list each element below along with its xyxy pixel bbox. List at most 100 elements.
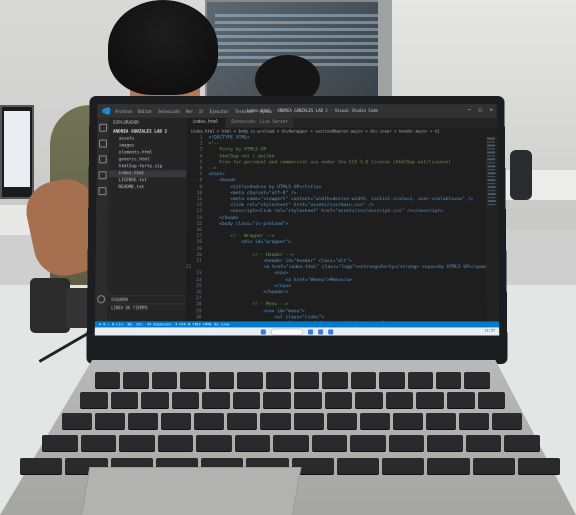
key[interactable] [425,413,456,429]
breadcrumb[interactable]: index.html > html > body.is-preload > di… [187,128,497,136]
key[interactable] [336,458,379,474]
timeline-section[interactable]: LÍNEA DE TIEMPO [107,303,186,312]
tab-index-html[interactable]: index.html [186,117,226,128]
key[interactable] [324,392,353,408]
vscode-taskbar-icon[interactable] [328,328,334,334]
key[interactable] [119,435,155,451]
key[interactable] [80,435,117,451]
menu-item[interactable]: Ejecutar [210,109,229,114]
key[interactable] [171,392,200,408]
key[interactable] [477,392,506,408]
key[interactable] [151,372,178,388]
key[interactable] [141,392,169,408]
key[interactable] [504,435,540,451]
key[interactable] [294,392,322,408]
explorer-item[interactable]: assets [109,136,187,143]
maximize-icon[interactable]: □ [479,107,482,113]
key[interactable] [62,413,93,429]
key[interactable] [472,458,515,474]
key[interactable] [263,392,292,408]
key[interactable] [293,413,324,429]
menu-item[interactable]: Ver [186,109,193,114]
key[interactable] [385,392,414,408]
key[interactable] [20,458,63,474]
key[interactable] [492,413,523,429]
menu-item[interactable]: Archivo [115,109,132,114]
menu-item[interactable]: Selección [158,109,180,114]
key[interactable] [427,435,463,451]
key[interactable] [42,435,78,451]
explorer-item-selected[interactable]: index.html [108,170,187,178]
key[interactable] [234,435,271,451]
key[interactable] [232,392,261,408]
key[interactable] [326,413,357,429]
key[interactable] [95,413,126,429]
key[interactable] [446,392,475,408]
explorer-item[interactable]: elements.html [109,149,187,156]
close-icon[interactable]: ✕ [490,107,493,113]
code-line[interactable]: 5 Free for personal and commercial use u… [186,160,485,166]
key[interactable] [359,413,390,429]
key[interactable] [273,435,309,451]
key[interactable] [260,413,291,429]
taskbar-search[interactable] [270,327,304,336]
run-debug-icon[interactable] [98,171,107,180]
key[interactable] [161,413,192,429]
touchpad[interactable] [80,467,302,515]
key[interactable] [208,372,235,388]
source-control-icon[interactable] [98,155,107,164]
key[interactable] [465,435,502,451]
gear-icon[interactable] [97,295,106,304]
key[interactable] [379,372,405,388]
menu-item[interactable]: Ir [199,109,204,114]
project-folder[interactable]: ANDREA GONZALES LAB 2 [109,129,187,136]
key[interactable] [180,372,206,388]
key[interactable] [322,372,348,388]
key[interactable] [382,458,425,474]
files-icon[interactable] [99,123,108,132]
key[interactable] [80,392,108,408]
key[interactable] [196,435,232,451]
explorer-item[interactable]: generic.html [109,156,187,163]
key[interactable] [128,413,159,429]
explorer-item[interactable]: images [109,143,187,150]
start-icon[interactable] [260,328,266,334]
key[interactable] [157,435,194,451]
key[interactable] [388,435,425,451]
search-icon[interactable] [98,139,107,148]
chair [510,150,532,200]
extensions-icon[interactable] [98,187,107,196]
minimize-icon[interactable]: ─ [468,107,471,113]
key[interactable] [265,372,291,388]
key[interactable] [416,392,444,408]
key[interactable] [464,372,490,388]
tab-live-server[interactable]: Extensión: Live Server [225,117,295,128]
key[interactable] [123,372,149,388]
browser-icon[interactable] [308,328,314,334]
key[interactable] [350,435,386,451]
key[interactable] [293,372,320,388]
key[interactable] [95,372,121,388]
explorer-item[interactable]: html5up-forty.zip [109,163,187,170]
key[interactable] [194,413,225,429]
key[interactable] [458,413,490,429]
folder-icon[interactable] [318,328,324,334]
menu-item[interactable]: Editar [138,109,152,114]
key[interactable] [350,372,377,388]
minimap[interactable] [484,135,500,322]
key[interactable] [407,372,434,388]
key[interactable] [110,392,139,408]
code-editor[interactable]: 1 <!DOCTYPE HTML> 2 <!-- 3 Forty by HTML5 UP… [185,136,500,333]
key[interactable] [517,458,560,474]
key[interactable] [311,435,348,451]
key[interactable] [237,372,263,388]
explorer-item[interactable]: README.txt [108,184,186,191]
outline-section[interactable]: ESQUEMA [107,295,186,304]
key[interactable] [202,392,230,408]
key[interactable] [427,458,470,474]
explorer-item[interactable]: LICENSE.txt [108,177,186,184]
key[interactable] [436,372,462,388]
key[interactable] [227,413,258,429]
key[interactable] [392,413,423,429]
key[interactable] [355,392,383,408]
